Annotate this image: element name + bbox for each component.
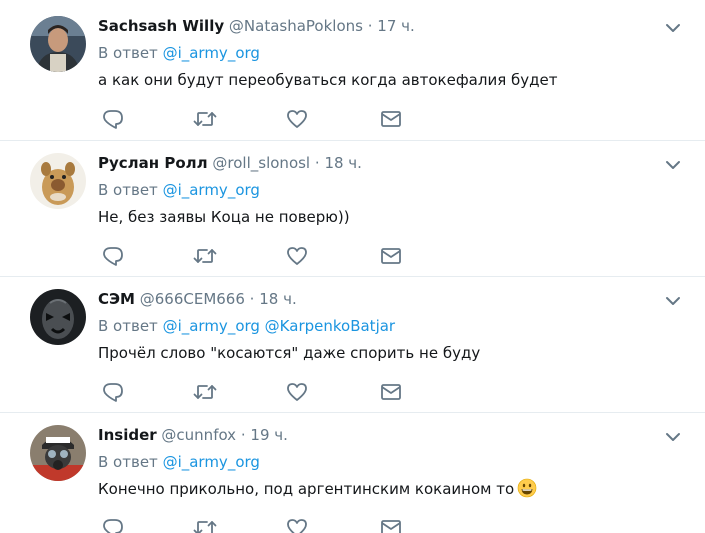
tweet[interactable]: Sachsash Willy @NatashaPoklons · 17 ч. В… [0,4,705,140]
alf-avatar-icon [30,153,86,209]
timestamp[interactable]: 18 ч. [324,154,362,172]
reply-button[interactable] [98,377,128,407]
tweet-header: Руслан Ролл @roll_slonosl · 18 ч. [98,151,658,175]
press-gasmask-avatar-icon [30,425,86,481]
man-avatar-icon [30,16,86,72]
tweet-content: СЭМ @666CEM666 · 18 ч. В ответ @i_army_o… [98,287,658,364]
avatar[interactable] [30,16,86,72]
display-name[interactable]: СЭМ [98,290,135,308]
heart-icon [287,383,307,401]
reply-mention[interactable]: @i_army_org [163,44,260,62]
direct-message-button[interactable] [376,513,406,533]
reply-context: В ответ @i_army_org [98,42,658,64]
tweet-content: Insider @cunnfox · 19 ч. В ответ @i_army… [98,423,658,500]
separator-dot: · [249,290,255,308]
chevron-down-icon[interactable] [665,159,681,171]
display-name[interactable]: Sachsash Willy [98,17,224,35]
heart-icon [287,519,307,533]
direct-message-button[interactable] [376,104,406,134]
tweet-actions [98,241,428,271]
tweet-feed: Sachsash Willy @NatashaPoklons · 17 ч. В… [0,0,705,533]
timestamp[interactable]: 17 ч. [377,17,415,35]
tweet-actions [98,513,428,533]
like-button[interactable] [282,241,312,271]
direct-message-button[interactable] [376,377,406,407]
tweet[interactable]: Руслан Ролл @roll_slonosl · 18 ч. В отве… [0,140,705,276]
envelope-icon [381,248,401,264]
heart-icon [287,110,307,128]
envelope-icon [381,111,401,127]
reply-mention[interactable]: @i_army_org @KarpenkoBatjar [163,317,396,335]
reply-button[interactable] [98,513,128,533]
username[interactable]: @NatashaPoklons [229,17,363,35]
tweet-content: Руслан Ролл @roll_slonosl · 18 ч. В отве… [98,151,658,228]
reply-icon [103,519,123,533]
separator-dot: · [314,154,320,172]
tweet-header: Sachsash Willy @NatashaPoklons · 17 ч. [98,14,658,38]
username[interactable]: @666CEM666 [140,290,245,308]
avatar[interactable] [30,425,86,481]
reply-prefix: В ответ [98,44,158,62]
display-name[interactable]: Руслан Ролл [98,154,208,172]
grinning-face-emoji-icon [517,478,537,498]
reply-prefix: В ответ [98,453,158,471]
retweet-button[interactable] [190,377,220,407]
avatar[interactable] [30,289,86,345]
reply-prefix: В ответ [98,181,158,199]
reply-prefix: В ответ [98,317,158,335]
reply-icon [103,247,123,266]
reply-button[interactable] [98,241,128,271]
avatar[interactable] [30,153,86,209]
reply-icon [103,110,123,129]
tweet-text: Конечно прикольно, под аргентинским кока… [98,478,658,500]
tweet[interactable]: Insider @cunnfox · 19 ч. В ответ @i_army… [0,412,705,533]
reply-mention[interactable]: @i_army_org [163,181,260,199]
tweet-text-content: Конечно прикольно, под аргентинским кока… [98,480,515,498]
reply-icon [103,383,123,402]
username[interactable]: @roll_slonosl [212,154,310,172]
tweet-text: а как они будут переобуваться когда авто… [98,71,558,89]
reply-context: В ответ @i_army_org [98,179,658,201]
tweet-content: Sachsash Willy @NatashaPoklons · 17 ч. В… [98,14,658,91]
envelope-icon [381,384,401,400]
reply-context: В ответ @i_army_org @KarpenkoBatjar [98,315,658,337]
retweet-button[interactable] [190,241,220,271]
envelope-icon [381,520,401,533]
timestamp[interactable]: 18 ч. [259,290,297,308]
separator-dot: · [367,17,373,35]
reply-mention[interactable]: @i_army_org [163,453,260,471]
display-name[interactable]: Insider [98,426,157,444]
tweet[interactable]: СЭМ @666CEM666 · 18 ч. В ответ @i_army_o… [0,276,705,412]
mask-avatar-icon [30,289,86,345]
chevron-down-icon[interactable] [665,295,681,307]
reply-button[interactable] [98,104,128,134]
retweet-button[interactable] [190,513,220,533]
retweet-icon [193,521,217,533]
tweet-header: Insider @cunnfox · 19 ч. [98,423,658,447]
timestamp[interactable]: 19 ч. [250,426,288,444]
chevron-down-icon[interactable] [665,431,681,443]
separator-dot: · [240,426,246,444]
retweet-icon [193,385,217,399]
tweet-text: Не, без заявы Коца не поверю)) [98,208,350,226]
username[interactable]: @cunnfox [161,426,236,444]
tweet-text: Прочёл слово "косаются" даже спорить не … [98,344,481,362]
tweet-header: СЭМ @666CEM666 · 18 ч. [98,287,658,311]
like-button[interactable] [282,377,312,407]
tweet-actions [98,104,428,134]
direct-message-button[interactable] [376,241,406,271]
retweet-icon [193,249,217,263]
tweet-actions [98,377,428,407]
retweet-button[interactable] [190,104,220,134]
chevron-down-icon[interactable] [665,22,681,34]
like-button[interactable] [282,104,312,134]
heart-icon [287,247,307,265]
retweet-icon [193,112,217,126]
reply-context: В ответ @i_army_org [98,451,658,473]
like-button[interactable] [282,513,312,533]
